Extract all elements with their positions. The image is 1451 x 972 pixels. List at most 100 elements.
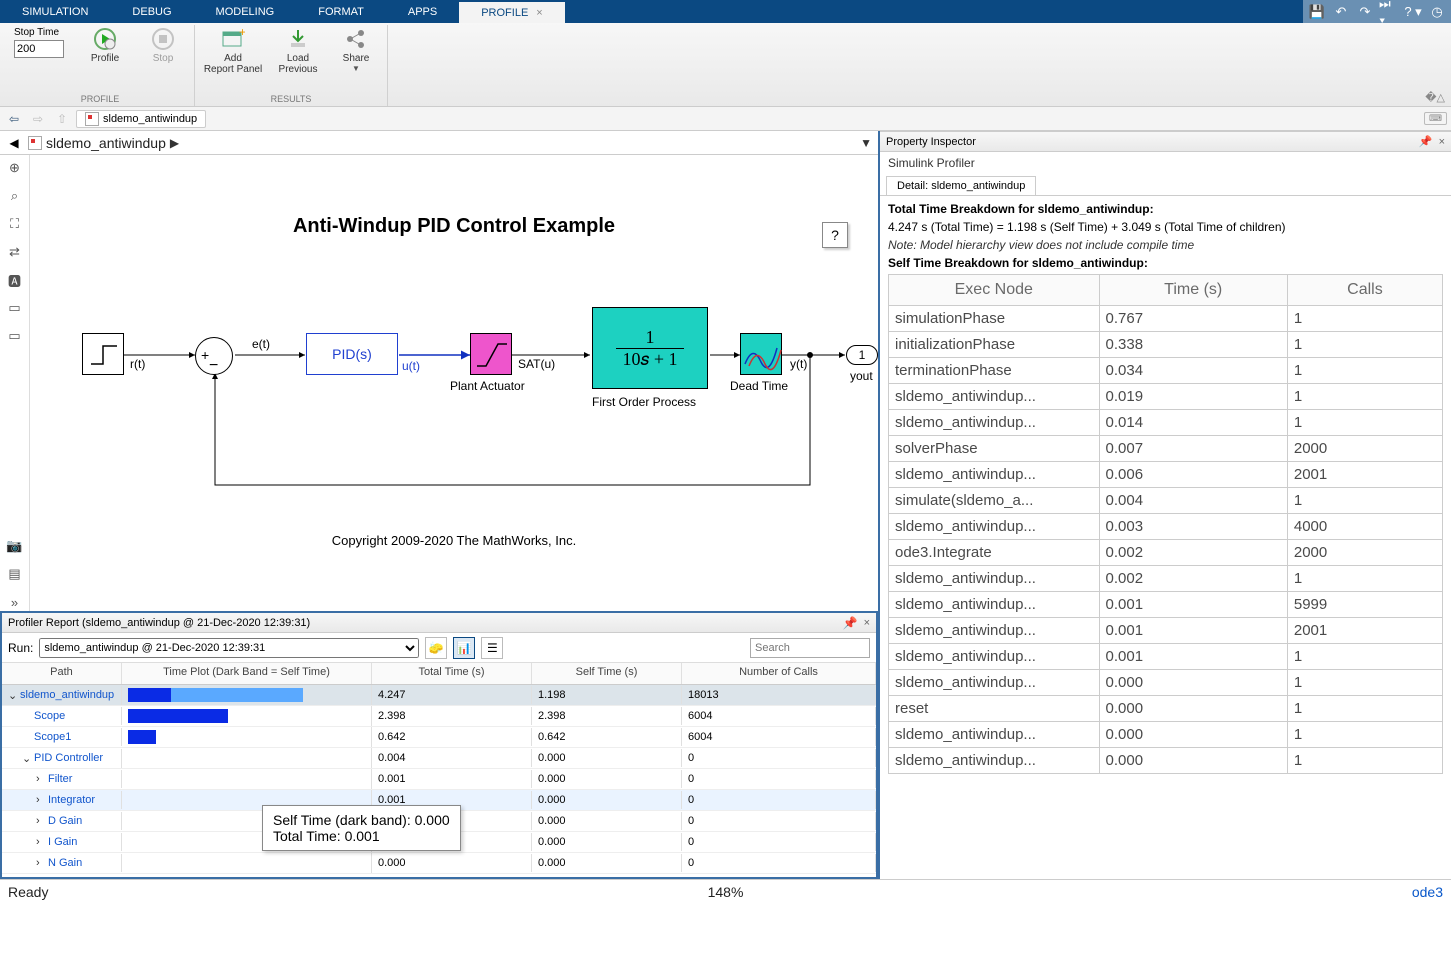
stop-label: Stop (153, 53, 174, 64)
table-row[interactable]: reset0.0001 (889, 696, 1443, 722)
th-time[interactable]: Time (s) (1099, 275, 1287, 306)
table-row[interactable]: sldemo_antiwindup...0.0001 (889, 722, 1443, 748)
table-row[interactable]: ›Filter0.0010.0000 (2, 769, 876, 790)
table-row[interactable]: simulationPhase0.7671 (889, 306, 1443, 332)
breadcrumb-dropdown-icon[interactable]: ▼ (860, 136, 872, 150)
breadcrumb-chevron-icon[interactable]: ▶ (170, 136, 179, 150)
block-process[interactable]: 1 10𝑠 + 1 (592, 307, 708, 389)
table-row[interactable]: sldemo_antiwindup...0.0062001 (889, 462, 1443, 488)
pin-icon[interactable]: 📌 (1419, 135, 1433, 148)
inspector-title: Property Inspector 📌 × (880, 132, 1451, 152)
model-tab-label: sldemo_antiwindup (103, 113, 197, 125)
fit-icon[interactable]: ⊕ (5, 159, 25, 177)
th-node[interactable]: Exec Node (889, 275, 1100, 306)
table-row[interactable]: sldemo_antiwindup...0.0001 (889, 670, 1443, 696)
table-row[interactable]: ode3.Integrate0.0022000 (889, 540, 1443, 566)
profiler-title-text: Profiler Report (sldemo_antiwindup @ 21-… (8, 617, 310, 629)
layers-icon[interactable]: ▤ (5, 565, 25, 583)
block-source[interactable] (82, 333, 124, 375)
table-row[interactable]: sldemo_antiwindup...0.0015999 (889, 592, 1443, 618)
nav-up-icon: ⇧ (52, 112, 72, 126)
breadcrumb: ◀ sldemo_antiwindup ▶ ▼ (0, 131, 878, 155)
tooltip-l1: Self Time (dark band): 0.000 (273, 812, 450, 828)
search-input[interactable] (750, 638, 870, 658)
col-tt[interactable]: Total Time (s) (372, 663, 532, 684)
table-row[interactable]: sldemo_antiwindup...0.0191 (889, 384, 1443, 410)
close-icon[interactable]: × (864, 617, 870, 629)
annotation-icon[interactable]: 🅰 (5, 271, 25, 289)
close-icon[interactable]: × (1439, 136, 1445, 148)
add-panel-icon: + (220, 27, 246, 51)
help-icon[interactable]: ? ▾ (1403, 3, 1423, 21)
area-icon[interactable]: ▭ (5, 327, 25, 345)
table-row[interactable]: ›N Gain0.0000.0000 (2, 853, 876, 874)
table-row[interactable]: Scope10.6420.6426004 (2, 727, 876, 748)
tab-profile-close-icon[interactable]: × (536, 7, 542, 19)
col-st[interactable]: Self Time (s) (532, 663, 682, 684)
fit-view-icon[interactable]: ⛶ (5, 215, 25, 233)
tab-simulation[interactable]: SIMULATION (0, 0, 110, 23)
block-outport[interactable]: 1 (846, 345, 878, 365)
add-report-panel-button[interactable]: + Add Report Panel (203, 27, 263, 94)
tab-format[interactable]: FORMAT (296, 0, 386, 23)
settings-icon[interactable]: ◷ (1427, 3, 1447, 21)
col-nc[interactable]: Number of Calls (682, 663, 876, 684)
table-row[interactable]: terminationPhase0.0341 (889, 358, 1443, 384)
step-icon[interactable]: ⏭ ▾ (1379, 3, 1399, 21)
tab-debug[interactable]: DEBUG (110, 0, 193, 23)
table-row[interactable]: ⌄PID Controller0.0040.0000 (2, 748, 876, 769)
camera-icon[interactable]: 📷 (5, 537, 25, 555)
detail-tab[interactable]: Detail: sldemo_antiwindup (886, 176, 1036, 195)
profile-button[interactable]: Profile (82, 27, 128, 94)
undo-icon[interactable]: ↶ (1331, 3, 1351, 21)
nav-back-icon[interactable]: ⇦ (4, 112, 24, 126)
zoom-icon[interactable]: ⌕ (5, 187, 25, 205)
status-solver[interactable]: ode3 (1412, 884, 1443, 900)
share-label: Share (343, 53, 370, 64)
grid-body[interactable]: ⌄sldemo_antiwindup4.2471.19818013Scope2.… (2, 685, 876, 877)
collapse-ribbon-icon[interactable]: �△ (1425, 91, 1445, 104)
toggle-icon[interactable]: ⇄ (5, 243, 25, 261)
load-previous-button[interactable]: Load Previous (275, 27, 321, 94)
block-deadtime[interactable] (740, 333, 782, 375)
redo-icon[interactable]: ↷ (1355, 3, 1375, 21)
col-path[interactable]: Path (2, 663, 122, 684)
block-saturation[interactable] (470, 333, 512, 375)
image-icon[interactable]: ▭ (5, 299, 25, 317)
breadcrumb-model[interactable]: sldemo_antiwindup (46, 135, 166, 151)
canvas[interactable]: Anti-Windup PID Control Example ? (30, 155, 878, 611)
table-row[interactable]: sldemo_antiwindup...0.0012001 (889, 618, 1443, 644)
pin-icon[interactable]: 📌 (843, 616, 858, 630)
col-plot[interactable]: Time Plot (Dark Band = Self Time) (122, 663, 372, 684)
tree-mode-button[interactable]: ☰ (481, 637, 503, 659)
model-icon (85, 112, 99, 126)
table-row[interactable]: sldemo_antiwindup...0.0021 (889, 566, 1443, 592)
table-row[interactable]: solverPhase0.0072000 (889, 436, 1443, 462)
stop-time-input[interactable] (14, 40, 64, 58)
total-header: Total Time Breakdown for sldemo_antiwind… (888, 202, 1443, 216)
tab-profile[interactable]: PROFILE× (459, 0, 565, 23)
run-select[interactable]: sldemo_antiwindup @ 21-Dec-2020 12:39:31 (39, 638, 419, 658)
table-row[interactable]: sldemo_antiwindup...0.0034000 (889, 514, 1443, 540)
delete-button[interactable]: 🧽 (425, 637, 447, 659)
hide-browser-icon[interactable]: ◀ (6, 136, 22, 150)
table-row[interactable]: simulate(sldemo_a...0.0041 (889, 488, 1443, 514)
tab-apps[interactable]: APPS (386, 0, 459, 23)
share-button[interactable]: Share ▼ (333, 27, 379, 94)
table-row[interactable]: sldemo_antiwindup...0.0141 (889, 410, 1443, 436)
table-row[interactable]: sldemo_antiwindup...0.0011 (889, 644, 1443, 670)
th-calls[interactable]: Calls (1287, 275, 1442, 306)
table-row[interactable]: Scope2.3982.3986004 (2, 706, 876, 727)
keyboard-icon[interactable]: ⌨ (1424, 112, 1447, 125)
block-pid[interactable]: PID(s) (306, 333, 398, 375)
table-row[interactable]: ⌄sldemo_antiwindup4.2471.19818013 (2, 685, 876, 706)
table-row[interactable]: sldemo_antiwindup...0.0001 (889, 748, 1443, 774)
model-tab[interactable]: sldemo_antiwindup (76, 110, 206, 128)
share-icon (343, 27, 369, 51)
block-sum[interactable]: + − (195, 337, 233, 375)
chart-mode-button[interactable]: 📊 (453, 637, 475, 659)
save-icon[interactable]: 💾 (1307, 3, 1327, 21)
tab-modeling[interactable]: MODELING (194, 0, 297, 23)
table-row[interactable]: initializationPhase0.3381 (889, 332, 1443, 358)
more-icon[interactable]: » (5, 593, 25, 611)
